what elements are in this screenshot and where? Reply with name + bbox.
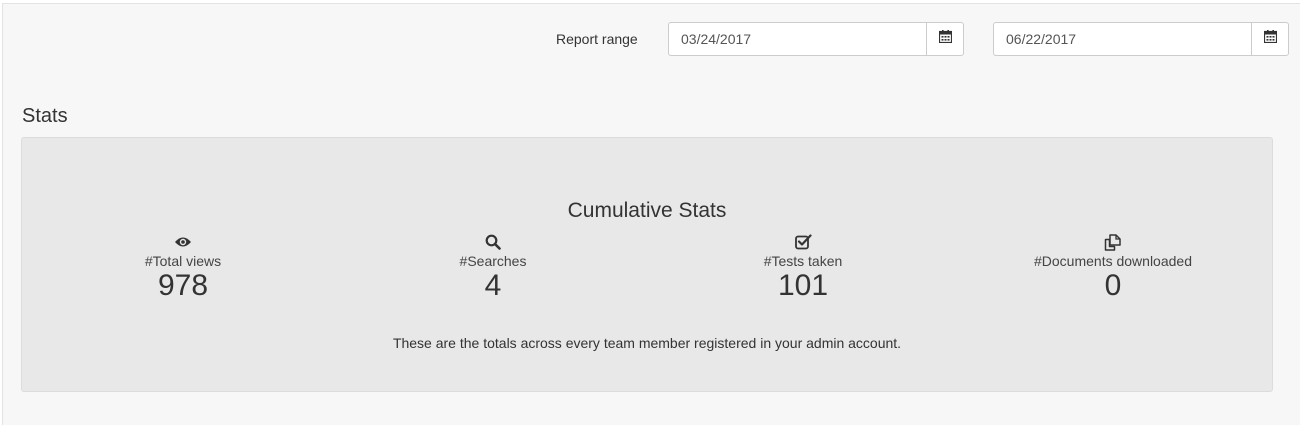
calendar-icon (938, 30, 952, 48)
stat-label: #Documents downloaded (1034, 253, 1192, 269)
stat-value: 0 (1104, 269, 1122, 302)
search-icon (373, 233, 613, 251)
report-range-label: Report range (556, 31, 638, 47)
stats-footnote: These are the totals across every team m… (392, 335, 902, 351)
stat-value: 978 (157, 269, 209, 302)
eye-icon (63, 233, 303, 251)
start-date-input[interactable] (668, 22, 926, 56)
start-date-calendar-button[interactable] (926, 22, 964, 56)
calendar-icon (1263, 30, 1277, 48)
end-date-calendar-button[interactable] (1251, 22, 1289, 56)
stat-total-views: #Total views 978 (63, 233, 303, 302)
stat-label: #Searches (459, 253, 527, 269)
copy-documents-icon (993, 233, 1233, 251)
end-date-group (993, 22, 1289, 56)
stat-documents-downloaded: #Documents downloaded 0 (993, 233, 1233, 302)
stat-label: #Tests taken (763, 253, 843, 269)
end-date-input[interactable] (993, 22, 1251, 56)
stat-value: 101 (777, 269, 829, 302)
start-date-group (668, 22, 964, 56)
page-container: Report range 03/24/2017 06/22/2017 Stats… (2, 3, 1300, 425)
stat-value: 4 (484, 269, 502, 302)
stat-tests-taken: #Tests taken 101 (683, 233, 923, 302)
cumulative-stats-panel: Cumulative Stats #Total views 978 #Searc… (21, 137, 1273, 392)
panel-title: Cumulative Stats (567, 199, 727, 222)
checkbox-icon (683, 233, 923, 251)
stat-label: #Total views (144, 253, 222, 269)
stats-heading: Stats (22, 105, 68, 127)
stat-searches: #Searches 4 (373, 233, 613, 302)
